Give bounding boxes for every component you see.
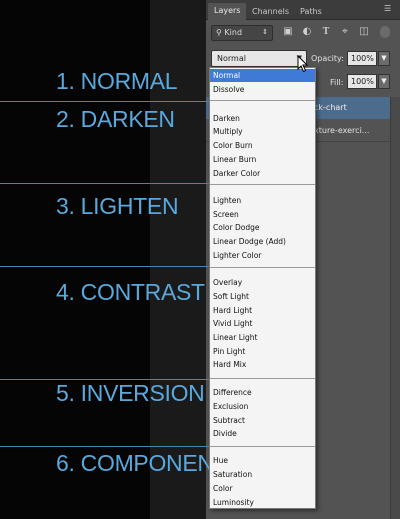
panel-menu-icon[interactable]: ☰: [384, 5, 394, 13]
category-lighten-label: 3. LIGHTEN: [56, 193, 179, 219]
tab-layers[interactable]: Layers: [208, 3, 247, 20]
menu-item-hue[interactable]: Hue: [210, 454, 315, 467]
menu-separator: [210, 267, 315, 268]
category-normal-label: 1. NORMAL: [56, 68, 178, 94]
menu-item-linear-light[interactable]: Linear Light: [210, 331, 315, 344]
menu-item-color-dodge[interactable]: Color Dodge: [210, 221, 315, 234]
menu-item-color[interactable]: Color: [210, 482, 315, 495]
filter-toggle-icon[interactable]: [380, 26, 390, 38]
menu-item-difference[interactable]: Difference: [210, 386, 315, 399]
layer-name: ck-chart: [314, 103, 347, 112]
tab-channels[interactable]: Channels: [246, 4, 295, 20]
panel-scrollbar[interactable]: [390, 97, 400, 519]
menu-item-exclusion[interactable]: Exclusion: [210, 400, 315, 413]
menu-item-soft-light[interactable]: Soft Light: [210, 290, 315, 303]
menu-separator: [210, 378, 315, 379]
filter-kind-select[interactable]: ⚲ Kind ⇕: [211, 25, 273, 41]
menu-separator: [210, 100, 315, 101]
category-inversion-label: 5. INVERSION: [56, 380, 205, 406]
menu-item-linear-burn[interactable]: Linear Burn: [210, 153, 315, 166]
fill-field[interactable]: 100%: [347, 74, 377, 89]
menu-item-darker-color[interactable]: Darker Color: [210, 167, 315, 180]
menu-item-lighter-color[interactable]: Lighter Color: [210, 249, 315, 262]
chevron-updown-icon: ⇕: [262, 28, 268, 36]
menu-item-screen[interactable]: Screen: [210, 208, 315, 221]
image-filter-icon[interactable]: ▣: [282, 26, 294, 38]
menu-item-vivid-light[interactable]: Vivid Light: [210, 317, 315, 330]
menu-item-hard-light[interactable]: Hard Light: [210, 304, 315, 317]
opacity-label: Opacity:: [311, 54, 344, 63]
layer-name: xture-exerci...: [314, 126, 370, 135]
menu-item-multiply[interactable]: Multiply: [210, 125, 315, 138]
fill-dropdown-button[interactable]: ▼: [378, 74, 390, 89]
menu-separator: [210, 446, 315, 447]
menu-item-lighten[interactable]: Lighten: [210, 194, 315, 207]
menu-item-hard-mix[interactable]: Hard Mix: [210, 358, 315, 371]
blend-mode-value: Normal: [217, 54, 246, 63]
mouse-cursor-icon: [297, 55, 309, 73]
type-filter-icon[interactable]: T: [320, 26, 332, 38]
fill-label: Fill:: [330, 78, 344, 87]
adjustment-filter-icon[interactable]: ◐: [301, 26, 313, 38]
menu-item-color-burn[interactable]: Color Burn: [210, 139, 315, 152]
filter-kind-label: Kind: [224, 28, 243, 37]
menu-separator: [210, 184, 315, 185]
smart-object-filter-icon[interactable]: ◫: [358, 26, 370, 38]
menu-item-overlay[interactable]: Overlay: [210, 276, 315, 289]
shape-filter-icon[interactable]: ⌖: [339, 26, 351, 38]
menu-item-subtract[interactable]: Subtract: [210, 414, 315, 427]
search-icon: ⚲: [216, 28, 222, 37]
menu-item-dissolve[interactable]: Dissolve: [210, 83, 315, 96]
opacity-dropdown-button[interactable]: ▼: [378, 51, 390, 66]
menu-item-pin-light[interactable]: Pin Light: [210, 345, 315, 358]
blend-mode-menu: Normal Dissolve Darken Multiply Color Bu…: [209, 67, 316, 509]
layer-filter-row: ⚲ Kind ⇕ ▣ ◐ T ⌖ ◫: [206, 21, 400, 45]
menu-item-saturation[interactable]: Saturation: [210, 468, 315, 481]
panel-tab-bar: Layers Channels Paths ☰: [206, 0, 400, 20]
menu-item-linear-dodge[interactable]: Linear Dodge (Add): [210, 235, 315, 248]
category-contrast-label: 4. CONTRAST: [56, 279, 205, 305]
blend-mode-select[interactable]: Normal ▼: [211, 50, 307, 67]
opacity-field[interactable]: 100%: [347, 51, 377, 66]
category-component-label: 6. COMPONENT: [56, 450, 228, 476]
menu-item-divide[interactable]: Divide: [210, 427, 315, 440]
category-darken-label: 2. DARKEN: [56, 106, 175, 132]
menu-item-luminosity[interactable]: Luminosity: [210, 496, 315, 509]
menu-item-darken[interactable]: Darken: [210, 112, 315, 125]
tab-paths[interactable]: Paths: [294, 4, 328, 20]
